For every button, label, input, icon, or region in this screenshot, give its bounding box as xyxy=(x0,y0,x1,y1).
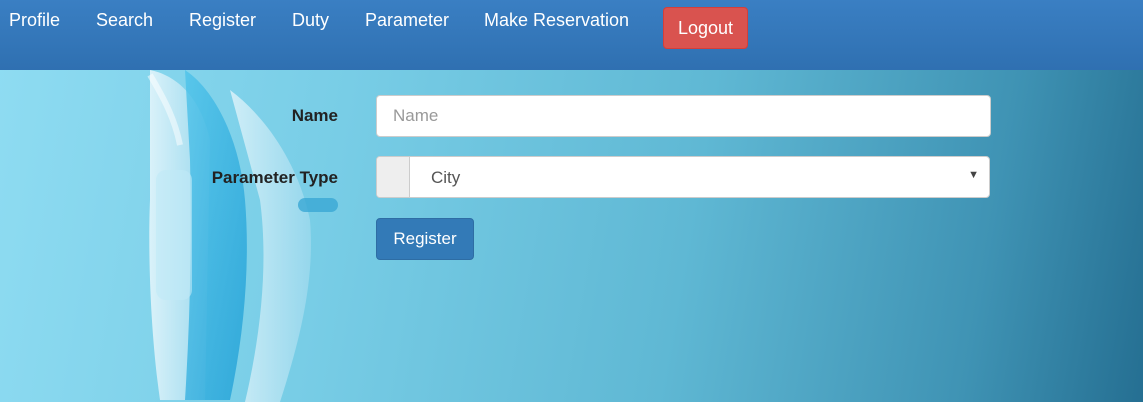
nav-duty-link[interactable]: Duty xyxy=(292,10,329,31)
nav-parameter-link[interactable]: Parameter xyxy=(365,10,449,31)
register-button[interactable]: Register xyxy=(376,218,474,260)
logout-button[interactable]: Logout xyxy=(663,7,748,49)
nav-make-reservation-link[interactable]: Make Reservation xyxy=(484,10,629,31)
page: Profile Search Register Duty Parameter M… xyxy=(0,0,1143,402)
nav-register-link[interactable]: Register xyxy=(189,10,256,31)
parameter-type-label: Parameter Type xyxy=(211,168,338,187)
name-input[interactable] xyxy=(376,95,991,137)
select-addon xyxy=(377,157,410,197)
name-label: Name xyxy=(291,106,338,125)
top-navbar: Profile Search Register Duty Parameter M… xyxy=(0,0,1143,70)
parameter-type-select[interactable]: City ▼ xyxy=(376,156,990,198)
caret-down-icon: ▼ xyxy=(968,169,979,181)
nav-search-link[interactable]: Search xyxy=(96,10,153,31)
parameter-type-selected-value: City xyxy=(431,168,461,187)
nav-profile-link[interactable]: Profile xyxy=(9,10,60,31)
